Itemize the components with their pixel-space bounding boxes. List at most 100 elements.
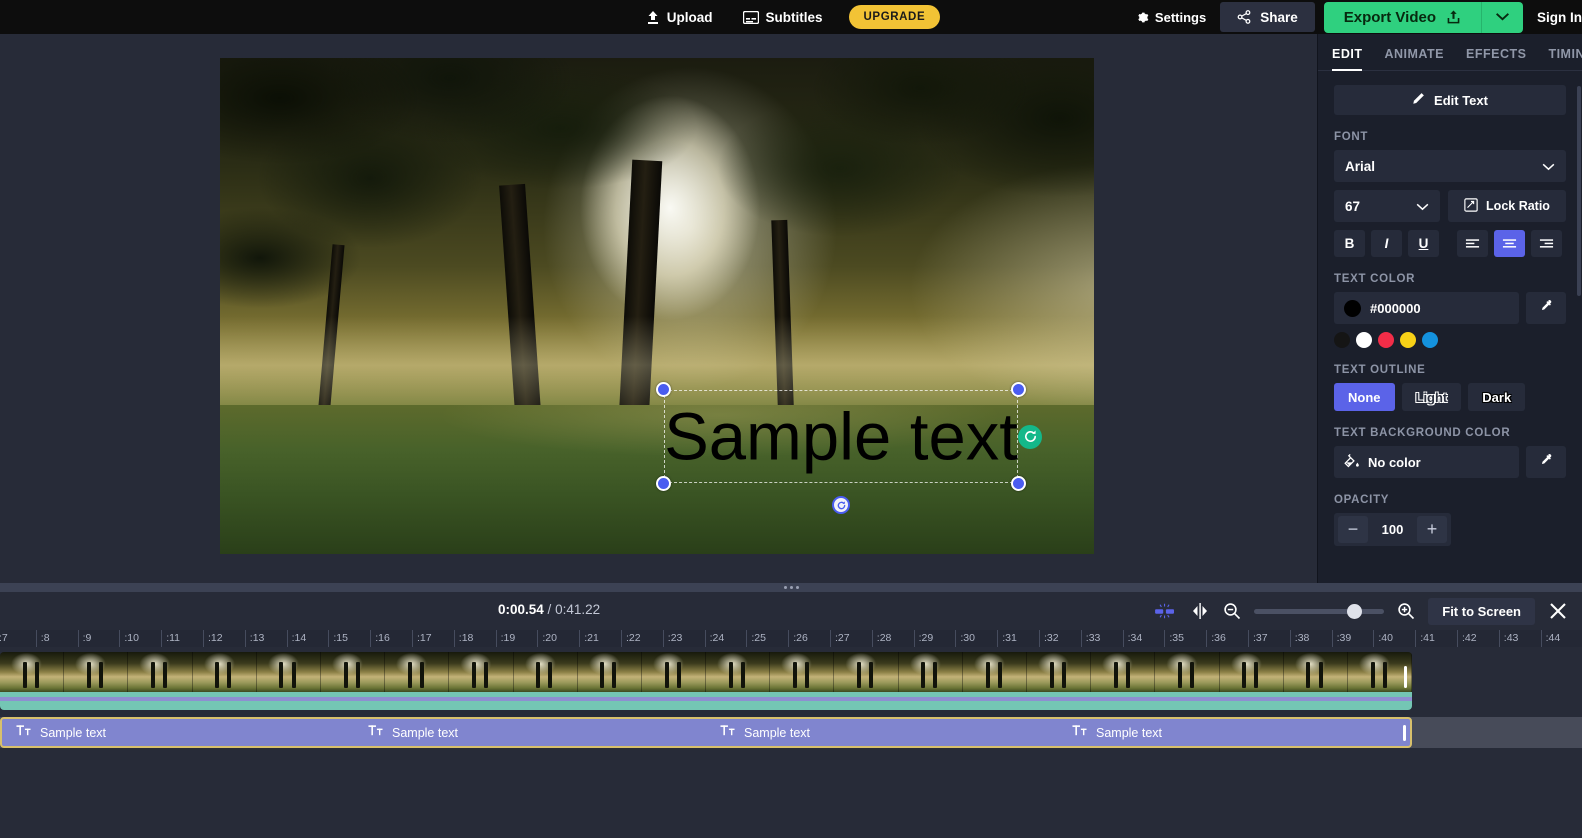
resize-handle-bottom-right[interactable] bbox=[1011, 476, 1026, 491]
gear-icon bbox=[1136, 11, 1149, 24]
text-track-clip[interactable]: Sample text Sample text Sample text Sample … bbox=[0, 717, 1412, 748]
upgrade-button[interactable]: UPGRADE bbox=[848, 5, 941, 29]
upload-button[interactable]: Upload bbox=[642, 7, 717, 28]
ruler-tick: :15 bbox=[328, 630, 348, 647]
ruler-tick: :13 bbox=[244, 630, 264, 647]
timeline-tools-group: Fit to Screen bbox=[1153, 592, 1568, 630]
total-time: 0:41.22 bbox=[555, 602, 601, 617]
ruler-tick: :31 bbox=[997, 630, 1017, 647]
resize-handle-bottom-left[interactable] bbox=[656, 476, 671, 491]
share-button[interactable]: Share bbox=[1220, 2, 1315, 32]
text-background-field[interactable]: No color bbox=[1334, 446, 1519, 478]
underline-button[interactable]: U bbox=[1408, 230, 1439, 257]
export-video-label: Export Video bbox=[1343, 8, 1436, 26]
upload-icon bbox=[646, 10, 660, 25]
video-track-clip[interactable] bbox=[0, 652, 1412, 710]
panel-scrollbar[interactable] bbox=[1577, 86, 1581, 296]
ruler-tick: :20 bbox=[537, 630, 557, 647]
swatch-yellow[interactable] bbox=[1400, 332, 1416, 348]
filmstrip-thumbnail bbox=[577, 652, 642, 692]
text-background-row: No color bbox=[1334, 446, 1566, 478]
drag-dots-icon bbox=[783, 586, 799, 589]
swatch-red[interactable] bbox=[1378, 332, 1394, 348]
export-video-button[interactable]: Export Video bbox=[1323, 1, 1481, 33]
timeline-ruler[interactable]: :7:8:9:10:11:12:13:14:15:16:17:18:19:20:… bbox=[0, 630, 1582, 647]
swatch-black[interactable] bbox=[1334, 332, 1350, 348]
opacity-increase-button[interactable]: + bbox=[1416, 516, 1447, 543]
text-color-field[interactable]: #000000 bbox=[1334, 292, 1519, 324]
font-family-select[interactable]: Arial bbox=[1334, 150, 1566, 182]
text-clip-label: Sample text bbox=[744, 725, 811, 740]
ruler-tick: :33 bbox=[1080, 630, 1100, 647]
text-clip-segment[interactable]: Sample text bbox=[1058, 719, 1410, 746]
bold-button[interactable]: B bbox=[1334, 230, 1365, 257]
text-track-row[interactable]: Sample text Sample text Sample text Sample … bbox=[0, 717, 1582, 748]
ruler-tick: :24 bbox=[704, 630, 724, 647]
align-left-button[interactable] bbox=[1457, 230, 1488, 257]
ruler-tick: :43 bbox=[1498, 630, 1518, 647]
ruler-tick: :26 bbox=[788, 630, 808, 647]
sign-in-button[interactable]: Sign In bbox=[1523, 10, 1582, 25]
align-right-button[interactable] bbox=[1531, 230, 1562, 257]
align-center-button[interactable] bbox=[1494, 230, 1525, 257]
outline-dark-button[interactable]: Dark bbox=[1468, 383, 1526, 411]
ruler-tick: :23 bbox=[662, 630, 682, 647]
zoom-out-icon[interactable] bbox=[1223, 602, 1241, 620]
outline-light-button[interactable]: Light bbox=[1401, 383, 1462, 411]
edit-text-button[interactable]: Edit Text bbox=[1334, 85, 1566, 115]
zoom-slider-knob[interactable] bbox=[1347, 603, 1363, 619]
zoom-in-icon[interactable] bbox=[1397, 602, 1415, 620]
split-clip-icon[interactable] bbox=[1190, 602, 1210, 620]
text-clip-segment[interactable]: Sample text bbox=[2, 719, 354, 746]
export-upload-icon bbox=[1446, 9, 1461, 25]
outline-none-button[interactable]: None bbox=[1334, 383, 1395, 411]
chevron-down-icon bbox=[1495, 8, 1510, 26]
opacity-decrease-button[interactable]: − bbox=[1338, 516, 1368, 543]
filmstrip-thumbnail bbox=[1027, 652, 1092, 692]
export-options-dropdown[interactable] bbox=[1481, 1, 1523, 33]
video-canvas[interactable]: Sample text bbox=[220, 58, 1094, 554]
swatch-blue[interactable] bbox=[1422, 332, 1438, 348]
ruler-tick: :22 bbox=[621, 630, 641, 647]
text-background-eyedropper-button[interactable] bbox=[1526, 446, 1566, 478]
canvas-text-content[interactable]: Sample text bbox=[664, 403, 1018, 470]
video-trim-handle[interactable] bbox=[1404, 666, 1407, 688]
text-clip-segment[interactable]: Sample text bbox=[706, 719, 1058, 746]
subtitles-button[interactable]: Subtitles bbox=[739, 7, 827, 28]
rotate-icon[interactable] bbox=[1018, 424, 1042, 449]
ruler-tick: :32 bbox=[1039, 630, 1059, 647]
tab-animate[interactable]: ANIMATE bbox=[1384, 47, 1444, 70]
resize-handle-top-right[interactable] bbox=[1011, 382, 1026, 397]
tab-effects[interactable]: EFFECTS bbox=[1466, 47, 1526, 70]
resize-handle-top-left[interactable] bbox=[656, 382, 671, 397]
close-icon[interactable] bbox=[1548, 601, 1568, 621]
chevron-down-icon bbox=[1416, 199, 1429, 214]
text-object[interactable]: Sample text bbox=[656, 382, 1042, 514]
ruler-tick: :12 bbox=[203, 630, 223, 647]
settings-button[interactable]: Settings bbox=[1126, 6, 1216, 29]
timeline-resize-divider[interactable] bbox=[0, 583, 1582, 592]
rotate-handle-icon[interactable] bbox=[832, 496, 850, 514]
filmstrip-thumbnail bbox=[1283, 652, 1348, 692]
ruler-tick: :38 bbox=[1289, 630, 1309, 647]
text-color-eyedropper-button[interactable] bbox=[1526, 292, 1566, 324]
filmstrip-thumbnail bbox=[898, 652, 963, 692]
text-clip-icon bbox=[368, 724, 383, 742]
font-size-select[interactable]: 67 bbox=[1334, 190, 1440, 222]
ruler-tick: :25 bbox=[746, 630, 766, 647]
filmstrip-thumbnail bbox=[192, 652, 257, 692]
snap-magnet-icon[interactable] bbox=[1153, 602, 1177, 620]
lock-ratio-button[interactable]: Lock Ratio bbox=[1448, 190, 1566, 222]
ruler-tick: :30 bbox=[955, 630, 975, 647]
text-clip-segment[interactable]: Sample text bbox=[354, 719, 706, 746]
italic-button[interactable]: I bbox=[1371, 230, 1402, 257]
tab-timing[interactable]: TIMING bbox=[1548, 47, 1582, 70]
fit-to-screen-button[interactable]: Fit to Screen bbox=[1428, 597, 1535, 625]
text-trim-handle[interactable] bbox=[1403, 725, 1406, 741]
swatch-white[interactable] bbox=[1356, 332, 1372, 348]
zoom-slider[interactable] bbox=[1254, 603, 1385, 619]
text-color-value: #000000 bbox=[1370, 300, 1421, 316]
text-clip-label: Sample text bbox=[40, 725, 107, 740]
tab-edit[interactable]: EDIT bbox=[1332, 47, 1363, 71]
ruler-tick: :10 bbox=[119, 630, 139, 647]
